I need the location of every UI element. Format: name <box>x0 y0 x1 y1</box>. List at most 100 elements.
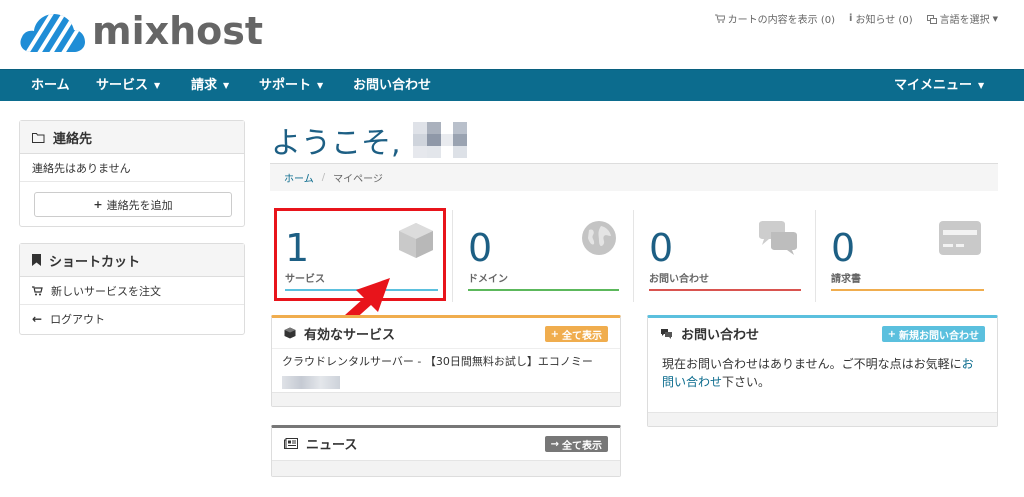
shortcut-logout[interactable]: ← ログアウト <box>20 305 244 333</box>
shortcut-new-service[interactable]: 新しいサービスを注文 <box>20 277 244 305</box>
tile-domains-label: ドメイン <box>468 274 508 285</box>
redacted-username <box>412 122 477 158</box>
plus-icon: + <box>550 328 559 340</box>
view-all-services-button[interactable]: + 全て表示 <box>544 326 608 342</box>
bookmark-icon <box>32 254 41 266</box>
folder-icon <box>32 132 45 143</box>
view-all-services-label: 全て表示 <box>562 330 602 342</box>
cart-link[interactable]: カートの内容を表示 (0) <box>714 11 836 26</box>
nav-contact-label: お問い合わせ <box>353 78 432 93</box>
chevron-down-icon: ▼ <box>992 14 998 23</box>
tile-invoices-bar <box>831 289 984 291</box>
nav-support[interactable]: サポート ▼ <box>259 70 323 102</box>
info-icon: i <box>849 13 853 24</box>
news-footer <box>272 460 620 476</box>
header: mixhost カートの内容を表示 (0) i お知らせ (0) 言語を選択 ▼ <box>0 0 1024 68</box>
news-card: ニュース → 全て表示 <box>271 425 621 477</box>
view-all-news-button[interactable]: → 全て表示 <box>544 436 608 452</box>
service-item-name: クラウドレンタルサーバー - 【30日間無料お試し】エコノミー <box>282 355 593 368</box>
new-ticket-button[interactable]: + 新規お問い合わせ <box>881 326 985 342</box>
redacted-domain <box>282 375 340 389</box>
nav-home[interactable]: ホーム <box>31 70 70 102</box>
logo-text: mixhost <box>92 9 264 53</box>
nav-my-menu-label: マイメニュー <box>894 78 973 93</box>
notifications-link-label: お知らせ (0) <box>855 15 913 26</box>
support-tickets-footer <box>648 412 997 426</box>
support-tickets-message: 現在お問い合わせはありません。ご不明な点はお気軽にお問い合わせ下さい。 <box>648 349 997 397</box>
nav-home-label: ホーム <box>31 78 70 93</box>
comments-icon <box>759 221 797 255</box>
shortcut-logout-label: ログアウト <box>50 313 106 326</box>
newspaper-icon <box>284 438 298 449</box>
active-services-title: 有効なサービス <box>304 327 396 343</box>
tile-tickets-label: お問い合わせ <box>649 274 709 285</box>
contacts-panel: 連絡先 連絡先はありません + 連絡先を追加 <box>19 120 245 227</box>
nav-my-menu[interactable]: マイメニュー ▼ <box>894 70 984 102</box>
news-header: ニュース → 全て表示 <box>272 428 620 459</box>
view-all-news-label: 全て表示 <box>562 440 602 452</box>
welcome-text: ようこそ, <box>271 126 401 161</box>
plus-icon: + <box>93 198 103 211</box>
nav-services[interactable]: サービス ▼ <box>96 70 160 102</box>
cart-icon <box>714 14 725 23</box>
cart-icon <box>32 285 43 295</box>
active-services-list: クラウドレンタルサーバー - 【30日間無料お試し】エコノミー <box>272 349 620 398</box>
chevron-down-icon: ▼ <box>223 81 230 90</box>
globe-icon <box>582 221 616 255</box>
tile-tickets[interactable]: 0 お問い合わせ <box>635 210 816 302</box>
contacts-panel-header: 連絡先 <box>20 121 244 154</box>
chevron-down-icon: ▼ <box>317 81 324 90</box>
support-tickets-title: お問い合わせ <box>681 328 760 343</box>
support-tickets-card: お問い合わせ + 新規お問い合わせ 現在お問い合わせはありません。ご不明な点はお… <box>647 315 998 427</box>
news-title: ニュース <box>306 438 358 453</box>
new-ticket-label: 新規お問い合わせ <box>899 330 979 342</box>
nav-contact[interactable]: お問い合わせ <box>353 70 431 102</box>
mixhost-logo-icon <box>20 14 85 52</box>
nav-billing-label: 請求 <box>191 78 218 93</box>
active-services-footer <box>272 392 620 406</box>
active-services-card: 有効なサービス + 全て表示 クラウドレンタルサーバー - 【30日間無料お試し… <box>271 315 621 407</box>
arrow-left-icon: ← <box>32 312 43 326</box>
breadcrumb-separator: / <box>321 172 326 183</box>
contacts-panel-title: 連絡先 <box>53 131 93 147</box>
language-select-label: 言語を選択 <box>939 15 990 26</box>
cart-link-label: カートの内容を表示 (0) <box>727 15 836 26</box>
shortcuts-panel-header: ショートカット <box>20 244 244 277</box>
credit-card-icon <box>939 221 981 255</box>
nav-support-label: サポート <box>259 78 312 93</box>
comments-icon <box>661 329 672 339</box>
language-select[interactable]: 言語を選択 ▼ <box>926 11 998 26</box>
chevron-down-icon: ▼ <box>154 81 161 90</box>
tile-invoices-count: 0 <box>831 226 856 270</box>
page-title: ようこそ, <box>271 118 477 162</box>
tile-tickets-count: 0 <box>649 226 674 270</box>
main-nav: ホーム サービス ▼ 請求 ▼ サポート ▼ お問い合わせ マイメニュー ▼ <box>0 69 1024 101</box>
shortcut-new-service-label: 新しいサービスを注文 <box>51 284 161 298</box>
contacts-empty-text: 連絡先はありません <box>20 154 244 182</box>
breadcrumb-home[interactable]: ホーム <box>284 170 314 185</box>
tile-domains[interactable]: 0 ドメイン <box>454 210 634 302</box>
support-message-text: 現在お問い合わせはありません。ご不明な点はお気軽に <box>662 357 962 371</box>
tile-invoices[interactable]: 0 請求書 <box>817 210 998 302</box>
arrow-right-icon: → <box>550 438 559 450</box>
plus-icon: + <box>887 328 896 340</box>
add-contact-button[interactable]: + 連絡先を追加 <box>34 192 232 217</box>
support-message-suffix: 下さい。 <box>722 375 771 389</box>
logo[interactable]: mixhost <box>18 6 263 56</box>
nav-billing[interactable]: 請求 ▼ <box>191 70 229 102</box>
tile-invoices-label: 請求書 <box>831 274 861 285</box>
cube-icon <box>284 327 296 339</box>
shortcuts-panel-title: ショートカット <box>49 254 141 270</box>
service-item[interactable]: クラウドレンタルサーバー - 【30日間無料お試し】エコノミー <box>282 352 610 392</box>
contacts-empty-label: 連絡先はありません <box>32 161 131 175</box>
add-contact-label: 連絡先を追加 <box>106 198 173 212</box>
notifications-link[interactable]: i お知らせ (0) <box>849 11 913 26</box>
shortcuts-panel: ショートカット 新しいサービスを注文 ← ログアウト <box>19 243 245 335</box>
breadcrumb-current: マイページ <box>333 174 383 185</box>
tile-domains-bar <box>468 289 619 291</box>
support-tickets-header: お問い合わせ + 新規お問い合わせ <box>648 318 997 349</box>
language-icon <box>926 14 937 24</box>
tile-tickets-bar <box>649 289 801 291</box>
active-services-header: 有効なサービス + 全て表示 <box>272 318 620 349</box>
tile-domains-count: 0 <box>468 226 493 270</box>
